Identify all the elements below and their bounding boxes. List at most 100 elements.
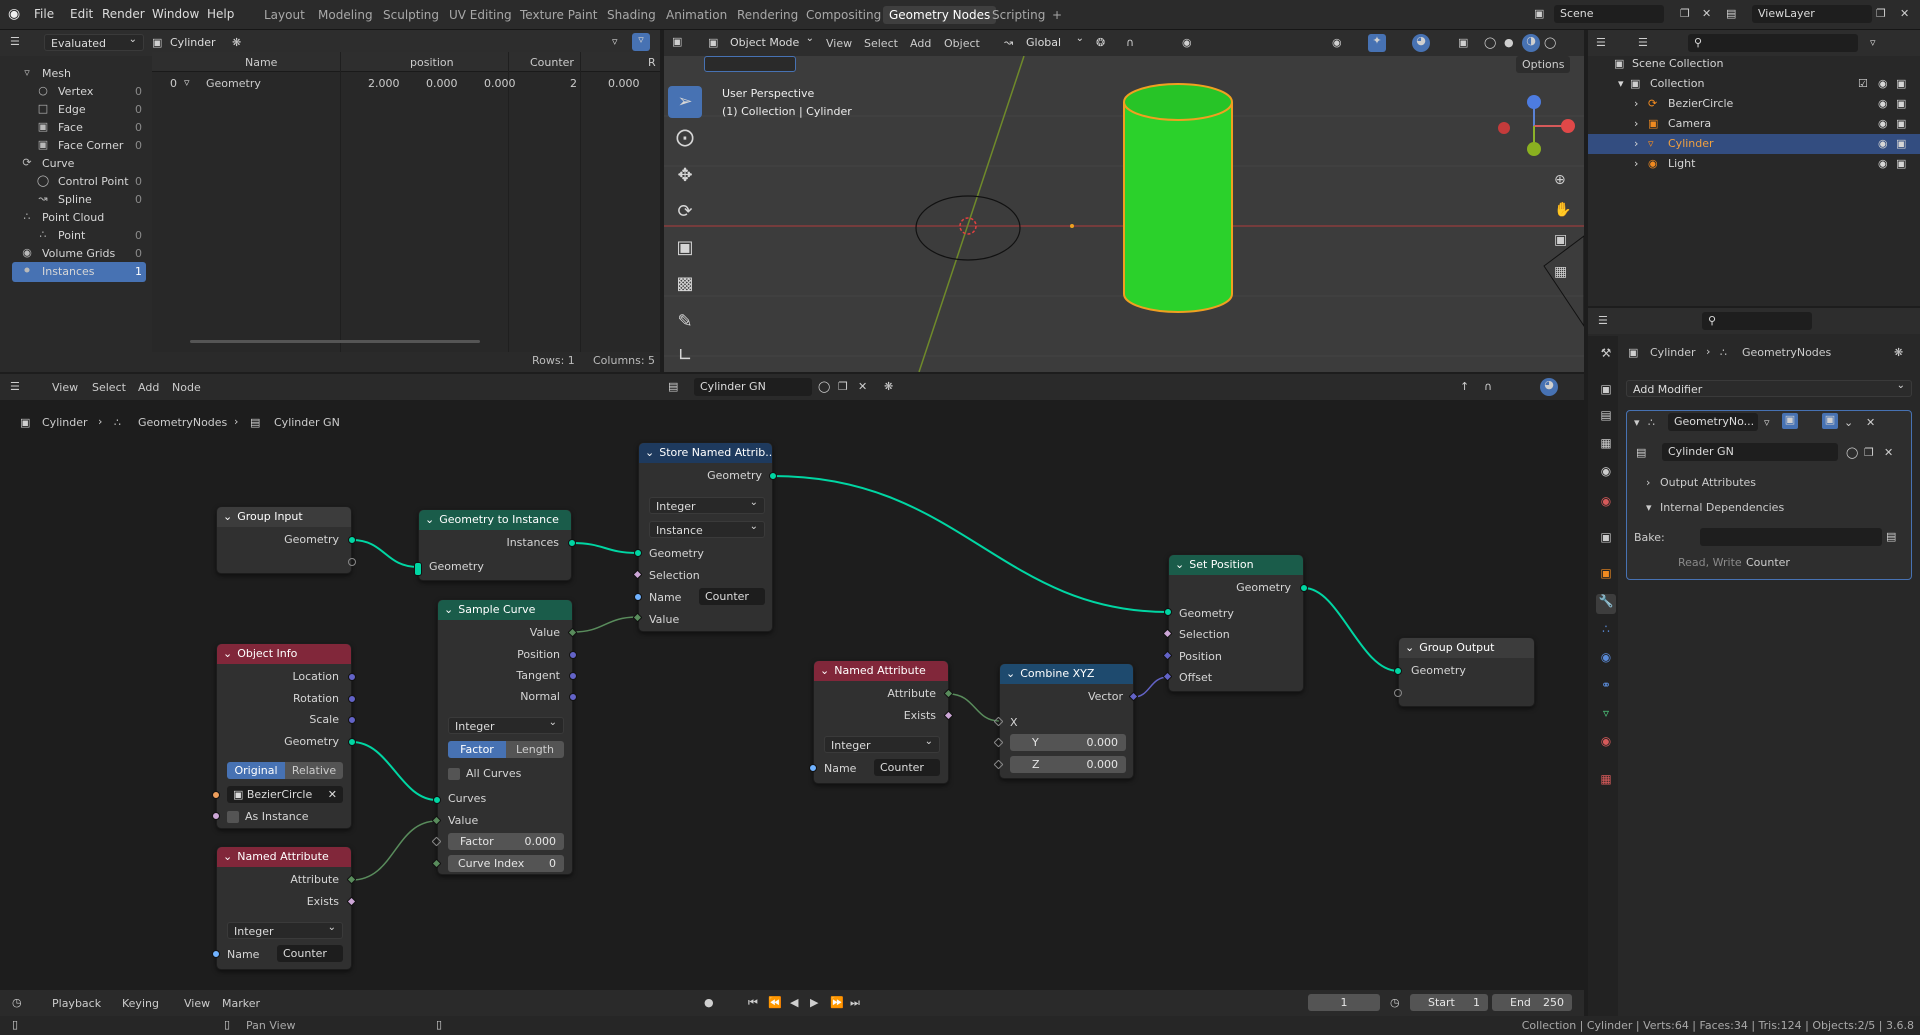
outliner-collection[interactable]: ▾ ▣ Collection ☑ ◉ ▣ — [1588, 74, 1920, 94]
link-objinfo-to-sample[interactable] — [351, 741, 438, 801]
node-geometry-to-instance[interactable]: Geometry to Instance Instances Geometry — [418, 509, 572, 581]
timeline-menu-view[interactable]: View — [184, 997, 210, 1010]
add-modifier-dropdown[interactable]: Add Modifier — [1626, 380, 1912, 397]
folder-icon[interactable]: ▤ — [1886, 530, 1896, 543]
socket-in-empty[interactable] — [1394, 689, 1402, 697]
jump-start-icon[interactable]: ⏮ — [748, 996, 758, 1010]
clear-object-icon[interactable]: ✕ — [328, 788, 337, 801]
unlink-icon[interactable]: ✕ — [1884, 446, 1893, 459]
expand-arrow-icon[interactable]: › — [1634, 157, 1638, 170]
realtime-toggle-icon[interactable]: ▣ — [1782, 413, 1798, 429]
next-keyframe-icon[interactable]: ⏩ — [830, 996, 844, 1009]
socket-out-geometry[interactable] — [769, 472, 777, 480]
node-title[interactable]: Group Output — [1399, 638, 1534, 658]
close-modifier-icon[interactable]: ✕ — [1866, 416, 1875, 429]
node-title[interactable]: Geometry to Instance — [419, 510, 571, 530]
camera-icon[interactable]: ▣ — [1896, 157, 1906, 170]
delete-scene-icon[interactable]: ✕ — [1702, 7, 1711, 20]
modifier-dropdown-icon[interactable]: ⌄ — [1844, 416, 1853, 429]
socket-out-geometry[interactable] — [348, 738, 356, 746]
data-tab[interactable]: ▿ — [1596, 706, 1616, 726]
clock-icon[interactable]: ◷ — [1390, 996, 1400, 1009]
link-namedattr-to-sample[interactable] — [351, 820, 438, 881]
editor-type-icon[interactable]: ☰ — [1598, 314, 1608, 327]
node-group-output[interactable]: Group Output Geometry — [1398, 637, 1535, 707]
data-type-dropdown[interactable]: Integer — [649, 497, 765, 514]
fake-user-icon[interactable]: ◯ — [1846, 446, 1858, 459]
all-curves-checkbox[interactable] — [448, 768, 460, 780]
mode-factor-button[interactable]: Factor — [448, 741, 506, 758]
new-layer-icon[interactable]: ❐ — [1876, 7, 1886, 20]
attribute-name-field[interactable]: Counter — [277, 945, 343, 962]
eye-icon[interactable]: ◉ — [1878, 77, 1888, 90]
data-type-dropdown[interactable]: Integer — [448, 717, 564, 734]
node-title[interactable]: Named Attribute — [814, 661, 948, 681]
modifier-tab[interactable]: 🔧 — [1596, 594, 1616, 614]
outliner-item-light[interactable]: › ◉ Light ◉ ▣ — [1588, 154, 1920, 174]
expand-arrow-icon[interactable]: › — [1634, 97, 1638, 110]
pin-icon[interactable]: ❋ — [1894, 346, 1903, 359]
bake-path-field[interactable] — [1700, 528, 1882, 546]
socket-out-instances[interactable] — [568, 539, 576, 547]
node-title[interactable]: Combine XYZ — [1000, 664, 1133, 684]
domain-dropdown[interactable]: Instance — [649, 521, 765, 538]
link-setpos-to-output[interactable] — [1303, 587, 1399, 672]
render-tab[interactable]: ▣ — [1596, 382, 1616, 402]
scene-tab[interactable]: ◉ — [1596, 464, 1616, 484]
node-object-info[interactable]: Object Info Location Rotation Scale Geom… — [216, 643, 352, 829]
camera-icon[interactable]: ▣ — [1896, 137, 1906, 150]
modifier-name-field[interactable]: GeometryNo... — [1668, 413, 1758, 431]
display-mode-icon[interactable]: ☰ — [1638, 36, 1648, 49]
expand-arrow-icon[interactable]: › — [1646, 476, 1650, 489]
node-title[interactable]: Set Position — [1169, 555, 1303, 575]
end-frame-field[interactable]: End 250 — [1492, 994, 1572, 1011]
current-frame-field[interactable]: 1 — [1308, 994, 1380, 1011]
output-tab[interactable]: ▤ — [1596, 408, 1616, 428]
socket-out-rotation[interactable] — [348, 695, 356, 703]
expand-arrow-icon[interactable]: ▾ — [1618, 77, 1624, 90]
outliner-search[interactable]: ⚲ — [1688, 34, 1858, 52]
relative-toggle[interactable]: Relative — [285, 762, 343, 779]
socket-in-geometry[interactable] — [414, 562, 422, 576]
link-groupinput-to-geoinst[interactable] — [351, 539, 419, 568]
checkbox-icon[interactable]: ☑ — [1858, 77, 1868, 90]
node-named-attribute-2[interactable]: Named Attribute Attribute Exists Integer… — [813, 660, 949, 784]
outliner-scene-collection[interactable]: ▣ Scene Collection — [1588, 54, 1920, 74]
node-title[interactable]: Object Info — [217, 644, 351, 664]
edit-mode-toggle-icon[interactable]: ▿ — [1764, 416, 1770, 429]
properties-search[interactable]: ⚲ — [1702, 312, 1812, 330]
node-combine-xyz[interactable]: Combine XYZ Vector X Y 0.000 Z 0.000 — [999, 663, 1134, 779]
camera-icon[interactable]: ▣ — [1896, 97, 1906, 110]
duplicate-icon[interactable]: ❐ — [1864, 446, 1874, 459]
expand-arrow-icon[interactable]: › — [1634, 117, 1638, 130]
collection-tab[interactable]: ▣ — [1596, 530, 1616, 550]
original-toggle[interactable]: Original — [227, 762, 285, 779]
editor-type-icon[interactable]: ☰ — [1596, 36, 1606, 49]
socket-out-scale[interactable] — [348, 716, 356, 724]
z-field[interactable]: Z 0.000 — [1010, 756, 1126, 773]
object-tab[interactable]: ▣ — [1596, 566, 1616, 586]
socket-out-geometry[interactable] — [1300, 584, 1308, 592]
eye-icon[interactable]: ◉ — [1878, 97, 1888, 110]
world-tab[interactable]: ◉ — [1596, 494, 1616, 514]
output-attributes-panel[interactable]: Output Attributes — [1660, 476, 1756, 489]
attribute-name-field[interactable]: Counter — [699, 588, 765, 605]
node-title[interactable]: Sample Curve — [438, 600, 572, 620]
link-namedattr2-to-combine[interactable] — [948, 693, 1000, 722]
socket-out-location[interactable] — [348, 673, 356, 681]
internal-dependencies-panel[interactable]: Internal Dependencies — [1660, 501, 1784, 514]
factor-field[interactable]: Factor 0.000 — [448, 833, 564, 850]
socket-in-geometry[interactable] — [1164, 608, 1172, 616]
socket-in-geometry[interactable] — [1394, 667, 1402, 675]
outliner-item-camera[interactable]: › ▣ Camera ◉ ▣ — [1588, 114, 1920, 134]
node-title[interactable]: Store Named Attrib... — [639, 443, 772, 463]
constraints-tab[interactable]: ⚭ — [1596, 678, 1616, 698]
play-reverse-icon[interactable]: ◀ — [790, 996, 798, 1009]
socket-in-name[interactable] — [634, 593, 642, 601]
socket-in-as-instance[interactable] — [212, 812, 220, 820]
socket-in-name[interactable] — [212, 950, 220, 958]
object-picker-field[interactable]: ▣ BezierCircle ✕ — [227, 786, 343, 803]
new-scene-icon[interactable]: ❐ — [1680, 7, 1690, 20]
material-tab[interactable]: ◉ — [1596, 734, 1616, 754]
socket-out-tangent[interactable] — [569, 672, 577, 680]
